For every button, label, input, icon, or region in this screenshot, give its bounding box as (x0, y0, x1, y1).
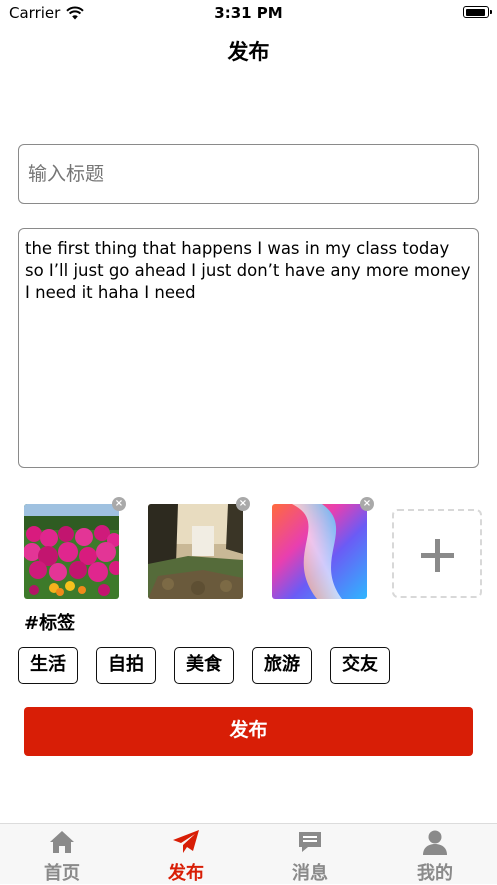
image-thumb-1[interactable]: × (24, 497, 126, 599)
tags-heading: #标签 (24, 613, 76, 634)
tag-chip[interactable]: 旅游 (252, 647, 312, 684)
tab-home[interactable]: 首页 (22, 828, 102, 885)
waterfall-photo (148, 504, 243, 599)
tab-bar: 首页 发布 消息 我的 (0, 823, 497, 884)
tag-chip[interactable]: 交友 (330, 647, 390, 684)
tag-chip[interactable]: 美食 (174, 647, 234, 684)
tab-label: 消息 (292, 863, 328, 884)
remove-image-3-button[interactable]: × (360, 497, 374, 511)
status-time: 3:31 PM (214, 4, 283, 22)
tab-messages[interactable]: 消息 (270, 828, 350, 885)
tab-label: 我的 (417, 863, 453, 884)
image-thumb-3[interactable]: × (272, 497, 374, 599)
title-input[interactable] (18, 144, 479, 204)
tab-publish[interactable]: 发布 (146, 828, 226, 885)
tag-chip[interactable]: 自拍 (96, 647, 156, 684)
page-title: 发布 (227, 40, 270, 64)
gradient-wallpaper (272, 504, 367, 599)
content-textarea[interactable]: the first thing that happens I was in my… (18, 228, 479, 468)
remove-image-1-button[interactable]: × (112, 497, 126, 511)
status-bar: Carrier 3:31 PM (0, 0, 497, 26)
battery-icon (463, 6, 492, 18)
tab-label: 首页 (44, 863, 80, 884)
tag-chip[interactable]: 生活 (18, 647, 78, 684)
tab-profile[interactable]: 我的 (395, 828, 475, 885)
home-icon (50, 831, 74, 853)
publish-button[interactable]: 发布 (24, 707, 473, 756)
message-icon (299, 832, 321, 852)
battery-fill (465, 8, 486, 16)
image-thumb-2[interactable]: × (148, 497, 250, 599)
flower-garden-photo (24, 504, 119, 599)
person-icon (423, 830, 447, 855)
tab-label: 发布 (168, 863, 204, 884)
add-image-button[interactable] (392, 509, 482, 598)
remove-image-2-button[interactable]: × (236, 497, 250, 511)
paper-plane-icon (173, 830, 199, 853)
